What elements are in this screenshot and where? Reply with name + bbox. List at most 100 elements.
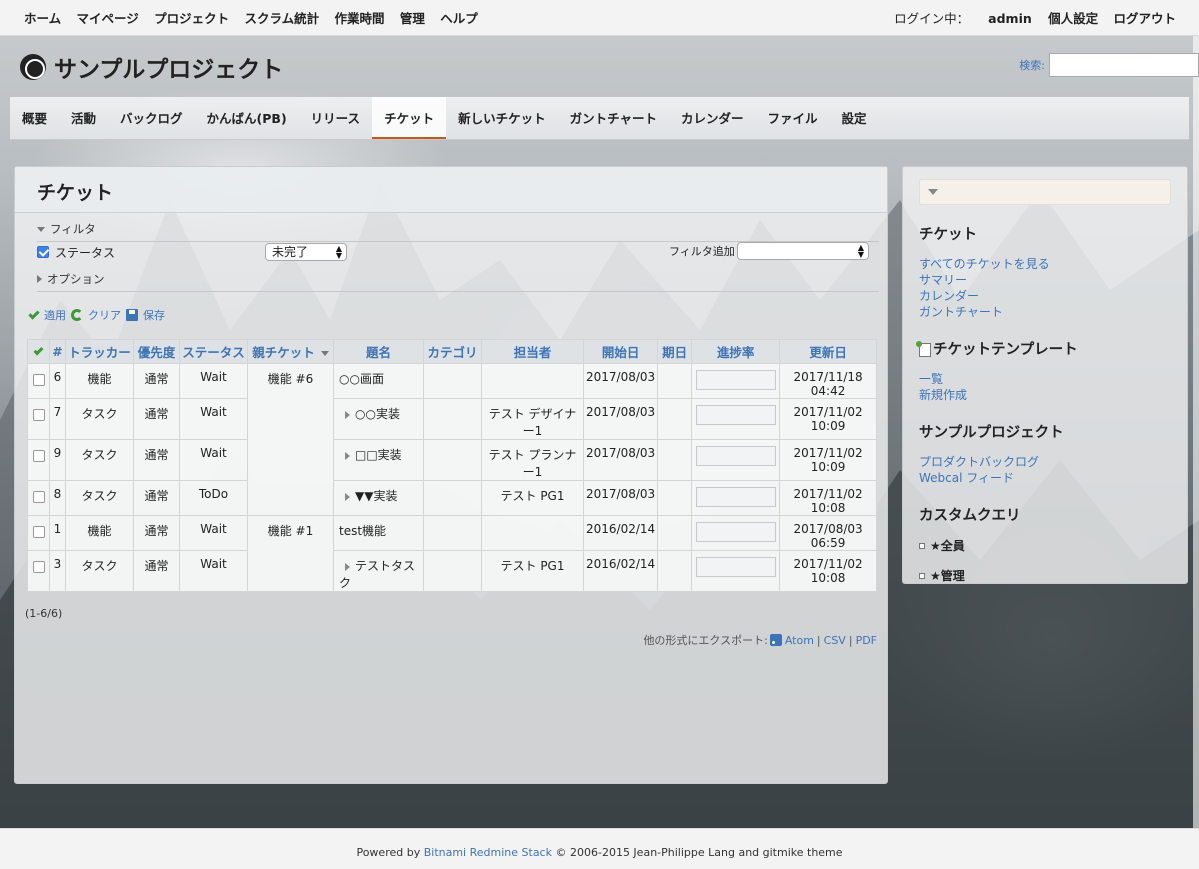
cell-assignee[interactable]: テスト PG1 — [481, 550, 584, 592]
column-header-subject[interactable]: 題名 — [333, 339, 424, 364]
tab-calendar[interactable]: カレンダー — [669, 97, 756, 139]
search-label[interactable]: 検索: — [1019, 57, 1045, 73]
save-button[interactable]: 保存 — [143, 307, 165, 323]
table-row[interactable]: 3 タスク 通常 Wait テストタスク テスト PG1 2016/02/14 … — [27, 550, 877, 592]
column-header-updated[interactable]: 更新日 — [779, 339, 877, 364]
row-checkbox[interactable] — [33, 374, 45, 386]
footer-stack-link[interactable]: Bitnami Redmine Stack — [424, 846, 552, 859]
top-menu-admin[interactable]: 管理 — [400, 11, 425, 26]
sidebar-link-calendar[interactable]: カレンダー — [919, 288, 1171, 304]
cell-assignee[interactable] — [481, 515, 584, 551]
row-checkbox-cell[interactable] — [27, 363, 50, 399]
custom-query-item[interactable]: ★管理 — [919, 567, 1171, 584]
row-checkbox-cell[interactable] — [27, 550, 50, 592]
table-row[interactable]: 8 タスク 通常 ToDo ▼▼実装 テスト PG1 2017/08/03 20… — [27, 480, 877, 516]
subject-link[interactable]: テストタスク — [339, 559, 415, 590]
cell-parent[interactable]: 機能 #1 — [247, 515, 334, 592]
cell-assignee[interactable]: テスト プランナー1 — [481, 439, 584, 481]
cell-id[interactable]: 9 — [49, 439, 66, 481]
column-header-tracker[interactable]: トラッカー — [65, 339, 134, 364]
row-checkbox[interactable] — [33, 409, 45, 421]
export-csv-link[interactable]: CSV — [824, 634, 846, 647]
tab-backlog[interactable]: バックログ — [108, 97, 195, 139]
row-checkbox[interactable] — [33, 491, 45, 503]
search-input[interactable] — [1049, 53, 1199, 77]
tab-activity[interactable]: 活動 — [59, 97, 108, 139]
cell-assignee[interactable] — [481, 363, 584, 399]
table-row[interactable]: 9 タスク 通常 Wait □□実装 テスト プランナー1 2017/08/03… — [27, 439, 877, 481]
subject-link[interactable]: □□実装 — [355, 448, 402, 462]
table-row[interactable]: 7 タスク 通常 Wait ○○実装 テスト デザイナー1 2017/08/03… — [27, 398, 877, 440]
subject-link[interactable]: test機能 — [339, 524, 386, 538]
column-header-parent[interactable]: 親チケット — [247, 339, 334, 364]
column-header-assignee[interactable]: 担当者 — [481, 339, 584, 364]
top-menu-projects[interactable]: プロジェクト — [154, 11, 229, 26]
logout-link[interactable]: ログアウト — [1113, 11, 1176, 26]
add-filter-select[interactable]: ▲ ▼ — [737, 242, 869, 260]
custom-query-label[interactable]: ★管理 — [930, 567, 965, 584]
cell-assignee[interactable]: テスト PG1 — [481, 480, 584, 516]
cell-subject[interactable]: test機能 — [333, 515, 424, 551]
cell-subject[interactable]: ▼▼実装 — [333, 480, 424, 516]
tab-overview[interactable]: 概要 — [10, 97, 59, 139]
sidebar-link-template-new[interactable]: 新規作成 — [919, 387, 1171, 403]
apply-button[interactable]: 適用 — [44, 307, 66, 323]
tab-new-issue[interactable]: 新しいチケット — [446, 97, 558, 139]
cell-subject[interactable]: □□実装 — [333, 439, 424, 481]
scrollbar-edge[interactable] — [1193, 0, 1199, 828]
row-checkbox[interactable] — [33, 526, 45, 538]
column-header-status[interactable]: ステータス — [179, 339, 248, 364]
top-menu-help[interactable]: ヘルプ — [440, 11, 478, 26]
my-account-link[interactable]: 個人設定 — [1048, 11, 1098, 26]
cell-id[interactable]: 6 — [49, 363, 66, 399]
select-all-header[interactable] — [27, 339, 50, 364]
column-header-id[interactable]: # — [49, 339, 66, 364]
cell-subject[interactable]: ○○画面 — [333, 363, 424, 399]
column-header-progress[interactable]: 進捗率 — [691, 339, 781, 364]
tab-kanban[interactable]: かんばん(PB) — [195, 97, 299, 139]
table-row[interactable]: 1 機能 通常 Wait 機能 #1 test機能 2016/02/14 201… — [27, 515, 877, 592]
cell-assignee[interactable]: テスト デザイナー1 — [481, 398, 584, 440]
cell-id[interactable]: 1 — [49, 515, 66, 551]
status-filter-checkbox[interactable] — [37, 246, 49, 258]
row-checkbox-cell[interactable] — [27, 480, 50, 516]
export-atom-link[interactable]: Atom — [785, 634, 814, 647]
subject-link[interactable]: ○○実装 — [355, 407, 400, 421]
sidebar-link-product-backlog[interactable]: プロダクトバックログ — [919, 454, 1171, 470]
row-checkbox[interactable] — [33, 450, 45, 462]
top-menu-home[interactable]: ホーム — [24, 11, 61, 26]
tab-files[interactable]: ファイル — [756, 97, 830, 139]
column-header-priority[interactable]: 優先度 — [133, 339, 180, 364]
sidebar-toggle[interactable] — [919, 179, 1171, 205]
top-menu-scrum-stats[interactable]: スクラム統計 — [245, 11, 320, 26]
row-checkbox-cell[interactable] — [27, 515, 50, 551]
subject-link[interactable]: ○○画面 — [339, 372, 384, 386]
cell-id[interactable]: 3 — [49, 550, 66, 592]
cell-subject[interactable]: テストタスク — [333, 550, 424, 592]
sidebar-link-gantt[interactable]: ガントチャート — [919, 304, 1171, 320]
column-header-start-date[interactable]: 開始日 — [582, 339, 659, 364]
options-legend[interactable]: オプション — [37, 271, 879, 292]
clear-button[interactable]: クリア — [88, 307, 121, 323]
row-checkbox-cell[interactable] — [27, 439, 50, 481]
row-checkbox[interactable] — [33, 561, 45, 573]
export-pdf-link[interactable]: PDF — [856, 634, 877, 647]
sidebar-link-summary[interactable]: サマリー — [919, 272, 1171, 288]
cell-id[interactable]: 8 — [49, 480, 66, 516]
column-header-due-date[interactable]: 期日 — [657, 339, 693, 364]
top-menu-time-entries[interactable]: 作業時間 — [335, 11, 385, 26]
top-menu-my-page[interactable]: マイページ — [77, 11, 139, 26]
tab-issues[interactable]: チケット — [372, 97, 447, 139]
cell-id[interactable]: 7 — [49, 398, 66, 440]
custom-query-item[interactable]: ★全員 — [919, 537, 1171, 554]
sidebar-link-webcal[interactable]: Webcal フィード — [919, 470, 1171, 486]
cell-subject[interactable]: ○○実装 — [333, 398, 424, 440]
status-operator-select[interactable]: 未完了 ▲ ▼ — [265, 243, 347, 261]
custom-query-label[interactable]: ★全員 — [930, 537, 965, 554]
table-row[interactable]: 6 機能 通常 Wait 機能 #6 ○○画面 2017/08/03 2017/… — [27, 363, 877, 516]
tab-gantt[interactable]: ガントチャート — [558, 97, 669, 139]
tab-releases[interactable]: リリース — [299, 97, 372, 139]
logged-user[interactable]: admin — [988, 11, 1032, 26]
tab-settings[interactable]: 設定 — [830, 97, 879, 139]
sidebar-link-template-list[interactable]: 一覧 — [919, 371, 1171, 387]
